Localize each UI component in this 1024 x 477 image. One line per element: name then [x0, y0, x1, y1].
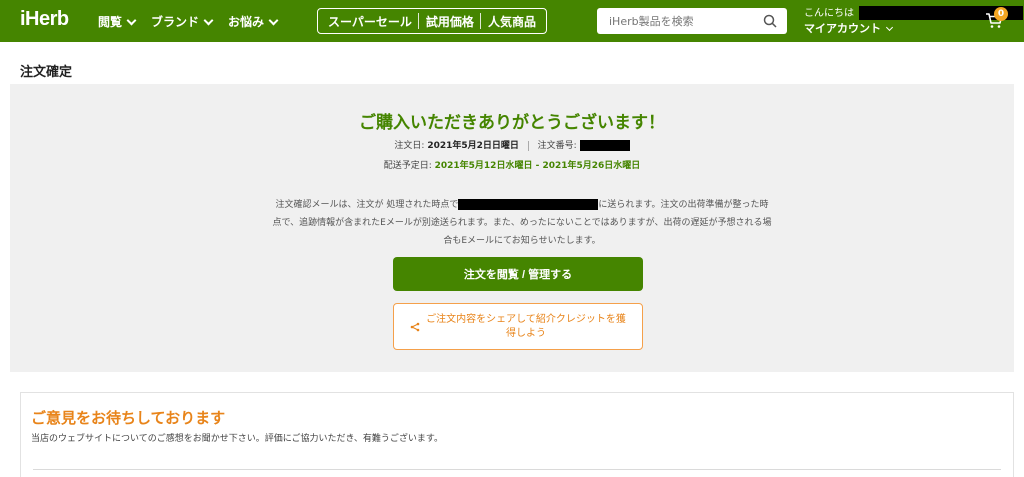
redacted-order-number: [579, 140, 630, 151]
nav-concerns-label: お悩み: [228, 15, 265, 29]
promo-super-sale-link[interactable]: スーパーセール: [328, 13, 412, 30]
greeting-text: こんにちは: [804, 8, 854, 19]
delivery-range-value: 2021年5月12日水曜日 - 2021年5月26日水曜日: [434, 161, 641, 171]
chevron-down-icon: [126, 15, 137, 25]
description-part-1: 注文確認メールは、注文が 処理された時点で: [275, 200, 459, 210]
chevron-down-icon: [268, 15, 279, 25]
iherb-logo[interactable]: iHerb: [20, 8, 69, 31]
promo-trial-price-link[interactable]: 試用価格: [426, 13, 474, 30]
feedback-title: ご意見をお待ちしております: [31, 409, 226, 427]
search-box: [597, 8, 787, 34]
promo-popular-link[interactable]: 人気商品: [488, 13, 536, 30]
nav-browse[interactable]: 閲覧: [98, 13, 137, 30]
order-number-label: 注文番号:: [537, 141, 577, 151]
promo-divider: [418, 13, 420, 29]
delivery-label: 配送予定日:: [383, 161, 432, 171]
nav-brands[interactable]: ブランド: [151, 13, 214, 30]
order-date-label: 注文日:: [394, 141, 425, 151]
share-icon: [410, 322, 420, 331]
feedback-card: ご意見をお待ちしております 当店のウェブサイトについてのご感想をお聞かせ下さい。…: [20, 392, 1014, 477]
redacted-email: [458, 199, 599, 210]
nav-brands-label: ブランド: [151, 15, 200, 29]
main-nav: 閲覧 ブランド お悩み: [98, 13, 279, 30]
my-account-label: マイアカウント: [804, 22, 881, 35]
search-input[interactable]: [607, 13, 757, 29]
promo-links: スーパーセール 試用価格 人気商品: [317, 8, 547, 34]
nav-browse-label: 閲覧: [98, 15, 123, 29]
top-navigation-bar: iHerb 閲覧 ブランド お悩み スーパーセール 試用価格 人気商品 こんにち…: [0, 0, 1024, 42]
divider: [33, 469, 1001, 470]
chevron-down-icon: [203, 15, 214, 25]
chevron-down-icon: [885, 23, 894, 31]
order-date-value: 2021年5月2日日曜日: [427, 141, 519, 151]
share-order-button[interactable]: ご注文内容をシェアして紹介クレジットを獲得しよう: [393, 303, 643, 350]
cart-count-badge: 0: [994, 7, 1008, 21]
order-info-line: 注文日: 2021年5月2日日曜日 注文番号:: [10, 138, 1014, 151]
promo-divider: [480, 13, 482, 29]
delivery-info-line: 配送予定日: 2021年5月12日水曜日 - 2021年5月26日水曜日: [10, 158, 1014, 171]
search-icon[interactable]: [763, 14, 777, 28]
nav-concerns[interactable]: お悩み: [228, 13, 279, 30]
page-title: 注文確定: [20, 65, 73, 80]
order-confirmation-panel: ご購入いただきありがとうございます！ 注文日: 2021年5月2日日曜日 注文番…: [10, 84, 1014, 372]
thank-you-heading: ご購入いただきありがとうございます！: [359, 113, 665, 133]
feedback-subtitle: 当店のウェブサイトについてのご感想をお聞かせ下さい。評価にご協力いただき、有難う…: [31, 434, 444, 444]
share-button-label: ご注文内容をシェアして紹介クレジットを獲得しよう: [426, 313, 626, 339]
info-divider: [527, 140, 529, 151]
view-manage-order-button[interactable]: 注文を閲覧 / 管理する: [393, 257, 643, 291]
confirmation-description: 注文確認メールは、注文が 処理された時点で に送られます。注文の出荷準備が整った時…: [272, 196, 772, 250]
